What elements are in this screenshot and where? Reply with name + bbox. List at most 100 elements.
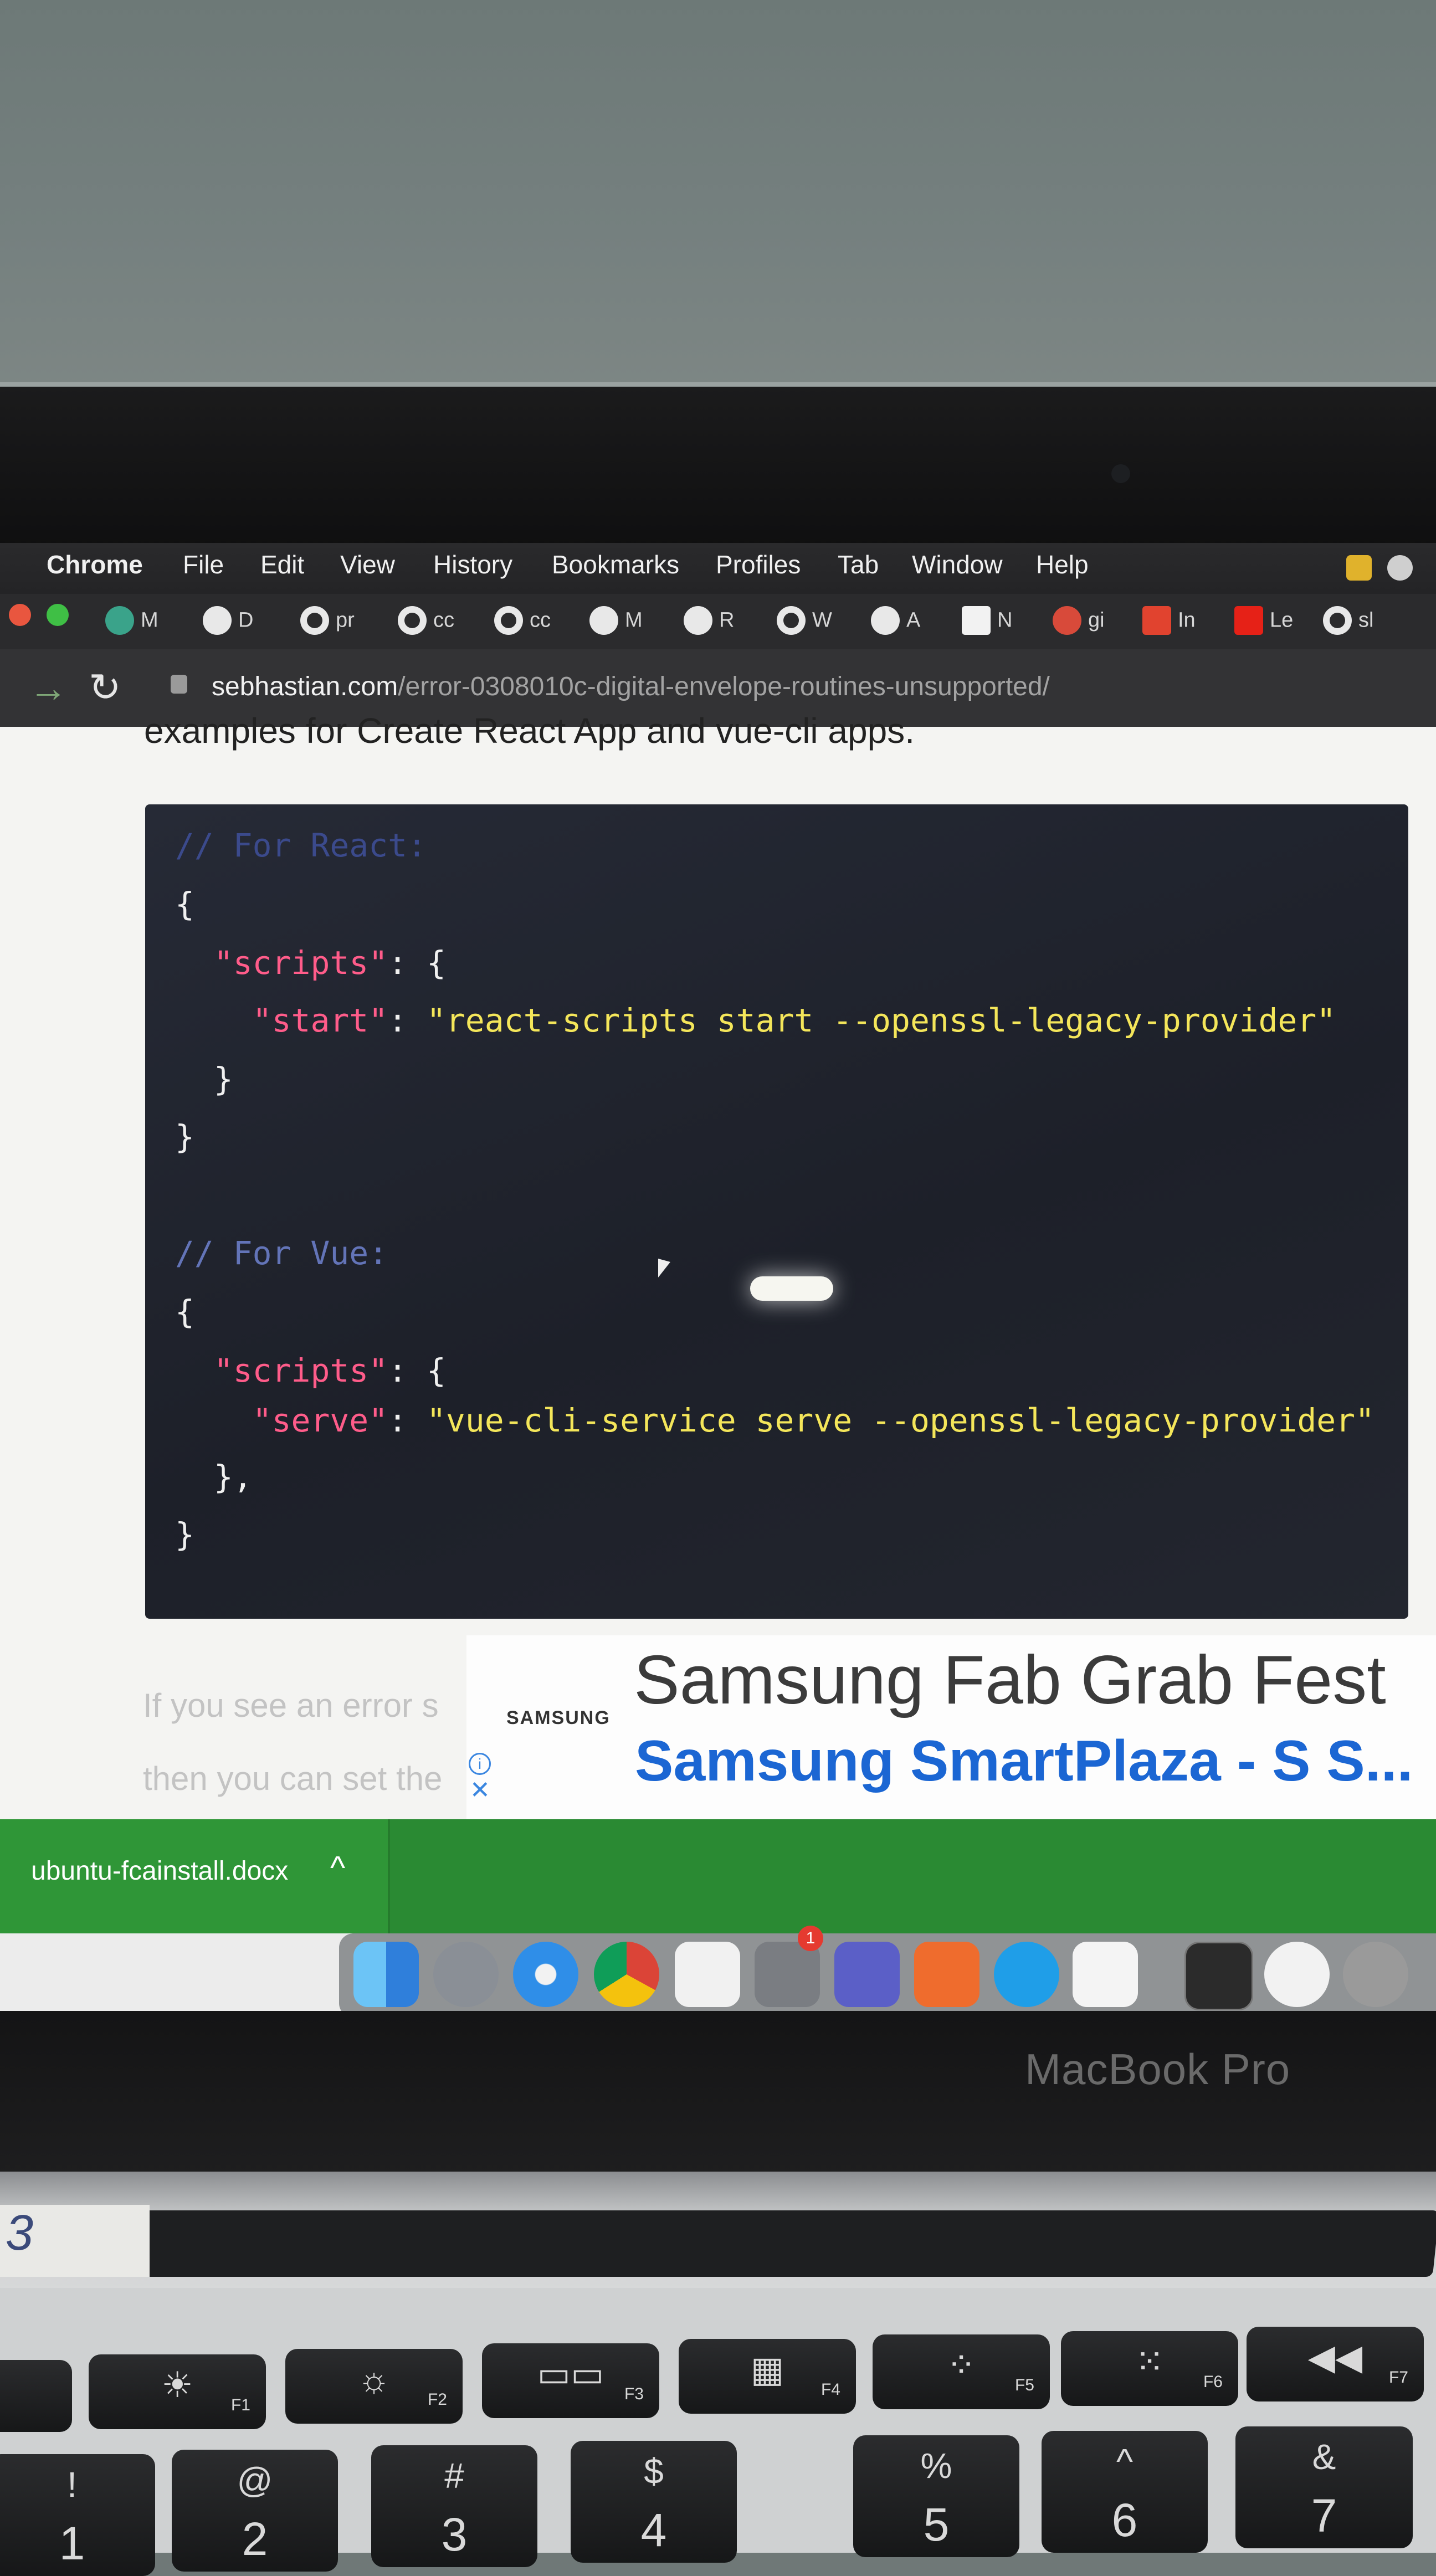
menu-profiles[interactable]: Profiles <box>716 550 801 579</box>
camera-icon <box>1111 464 1130 483</box>
vscode-icon[interactable] <box>1073 1942 1138 2007</box>
keyboard: ☀ F1 ☼ F2 ▭▭ F3 ▦ F4 ⁘ F5 ⁙ F6 ◀◀ F7 ! 1 @2 #3 $… <box>0 2288 1436 2576</box>
bookmark-item[interactable]: cc <box>494 606 551 639</box>
terminal-icon[interactable] <box>1184 1942 1253 2010</box>
postman-icon[interactable] <box>914 1942 979 2007</box>
url-domain: sebhastian.com <box>212 672 398 701</box>
window-zoom-icon[interactable] <box>47 604 69 626</box>
menu-view[interactable]: View <box>340 550 395 579</box>
samsung-ad-banner[interactable]: SAMSUNG Samsung Fab Grab Fest Samsung Sm… <box>466 1635 1436 1819</box>
reminders-icon[interactable] <box>675 1942 740 2007</box>
code-line: { <box>175 1293 194 1331</box>
bookmark-item[interactable]: In <box>1142 606 1196 639</box>
download-shelf: ubuntu-fcainstall.docx ^ <box>0 1819 1436 1933</box>
key-f5[interactable]: ⁘ F5 <box>873 2334 1050 2409</box>
finder-icon[interactable] <box>353 1942 419 2007</box>
code-line: } <box>175 1118 194 1156</box>
ad-info-icon[interactable]: i <box>469 1753 491 1775</box>
menu-tab[interactable]: Tab <box>838 550 879 579</box>
bookmark-item[interactable]: pr <box>300 606 355 639</box>
screen-bezel-top <box>0 382 1436 547</box>
web-page: examples for Create React App and vue-cl… <box>0 711 1436 1819</box>
code-block: // For React: { "scripts": { "start": "r… <box>145 804 1408 1619</box>
download-item[interactable]: ubuntu-fcainstall.docx ^ <box>0 1819 390 1933</box>
mouse-cursor-icon <box>658 1259 670 1277</box>
screen-bezel-bottom: MacBook Pro <box>0 2011 1436 2177</box>
creative-cloud-icon[interactable] <box>1387 555 1413 581</box>
key-f1[interactable]: ☀ F1 <box>89 2354 266 2429</box>
key-6[interactable]: ^ 6 <box>1042 2431 1208 2553</box>
bookmark-item[interactable]: cc <box>398 606 454 639</box>
menu-bookmarks[interactable]: Bookmarks <box>552 550 679 579</box>
github-icon <box>300 606 329 635</box>
teams-icon[interactable] <box>834 1942 900 2007</box>
hinge-slot <box>135 2210 1436 2277</box>
github-icon <box>494 606 523 635</box>
key-2[interactable]: @2 <box>172 2450 338 2572</box>
menu-file[interactable]: File <box>183 550 224 579</box>
bookmark-item[interactable]: Le <box>1234 606 1293 639</box>
key-3[interactable]: #3 <box>371 2445 537 2567</box>
skype-icon[interactable] <box>994 1942 1059 2007</box>
url-path: /error-0308010c-digital-envelope-routine… <box>398 672 1050 701</box>
menu-window[interactable]: Window <box>912 550 1003 579</box>
github-icon <box>1323 606 1352 635</box>
bookmark-item[interactable]: R <box>684 606 734 639</box>
menu-edit[interactable]: Edit <box>260 550 304 579</box>
bookmark-item[interactable]: M <box>589 606 643 639</box>
url-field[interactable]: sebhastian.com/error-0308010c-digital-en… <box>212 671 1050 702</box>
chevron-up-icon[interactable]: ^ <box>330 1849 345 1886</box>
key-5[interactable]: % 5 <box>853 2435 1019 2557</box>
bookmark-item[interactable]: N <box>962 606 1012 639</box>
laptop-screen: Chrome File Edit View History Bookmarks … <box>0 543 1436 2011</box>
keychain-icon[interactable] <box>1343 1942 1408 2007</box>
reload-icon[interactable]: ↻ <box>89 665 121 710</box>
key-4[interactable]: $4 <box>571 2441 737 2563</box>
code-line: // For React: <box>175 827 427 864</box>
key-f4[interactable]: ▦ F4 <box>679 2339 856 2414</box>
system-settings-icon[interactable] <box>755 1942 820 2007</box>
key-f6[interactable]: ⁙ F6 <box>1061 2331 1238 2406</box>
github-icon <box>777 606 806 635</box>
bookmark-item[interactable]: D <box>203 606 253 639</box>
bookmark-item[interactable]: W <box>777 606 832 639</box>
notification-badge: 1 <box>798 1926 823 1951</box>
key-f2[interactable]: ☼ F2 <box>285 2349 463 2424</box>
code-line: } <box>175 1516 194 1553</box>
ad-title[interactable]: Samsung Fab Grab Fest <box>634 1641 1386 1720</box>
sticker-label: 3 <box>0 2205 150 2277</box>
code-line: }, <box>213 1458 253 1496</box>
code-line: { <box>175 885 194 923</box>
bookmark-item[interactable]: sl <box>1323 606 1373 639</box>
bookmark-item[interactable]: A <box>871 606 920 639</box>
article-paragraph-line: then you can set the <box>143 1760 443 1797</box>
key-1[interactable]: ! 1 <box>0 2454 155 2576</box>
github-icon <box>398 606 427 635</box>
music-icon[interactable] <box>1264 1942 1330 2007</box>
ad-subtitle[interactable]: Samsung SmartPlaza - S S... <box>635 1728 1413 1794</box>
key-f3[interactable]: ▭▭ F3 <box>482 2343 659 2418</box>
youtube-icon <box>1234 606 1263 635</box>
forward-arrow-icon[interactable]: → <box>29 666 68 710</box>
bookmarks-bar: M D pr cc cc M R W A N gi In Le sl <box>0 594 1436 649</box>
chrome-icon[interactable] <box>594 1942 659 2007</box>
key-esc[interactable] <box>0 2360 72 2432</box>
bookmark-item[interactable]: M <box>105 606 158 639</box>
bookmark-item[interactable]: gi <box>1053 606 1105 639</box>
site-icon <box>962 606 991 635</box>
ad-close-icon[interactable]: ✕ <box>470 1776 490 1804</box>
device-label: MacBook Pro <box>1025 2045 1291 2093</box>
site-icon <box>1142 606 1171 635</box>
key-f7[interactable]: ◀◀ F7 <box>1247 2327 1424 2401</box>
lock-icon[interactable] <box>171 675 187 694</box>
key-7[interactable]: & 7 <box>1235 2426 1413 2548</box>
openai-icon <box>105 606 134 635</box>
menu-help[interactable]: Help <box>1036 550 1089 579</box>
menu-app-chrome[interactable]: Chrome <box>47 550 143 579</box>
menu-history[interactable]: History <box>433 550 512 579</box>
window-close-icon[interactable] <box>9 604 31 626</box>
code-line: "scripts": { <box>213 944 446 982</box>
safari-icon[interactable] <box>513 1942 578 2007</box>
launchpad-icon[interactable] <box>433 1942 499 2007</box>
shield-tray-icon[interactable] <box>1346 555 1372 581</box>
